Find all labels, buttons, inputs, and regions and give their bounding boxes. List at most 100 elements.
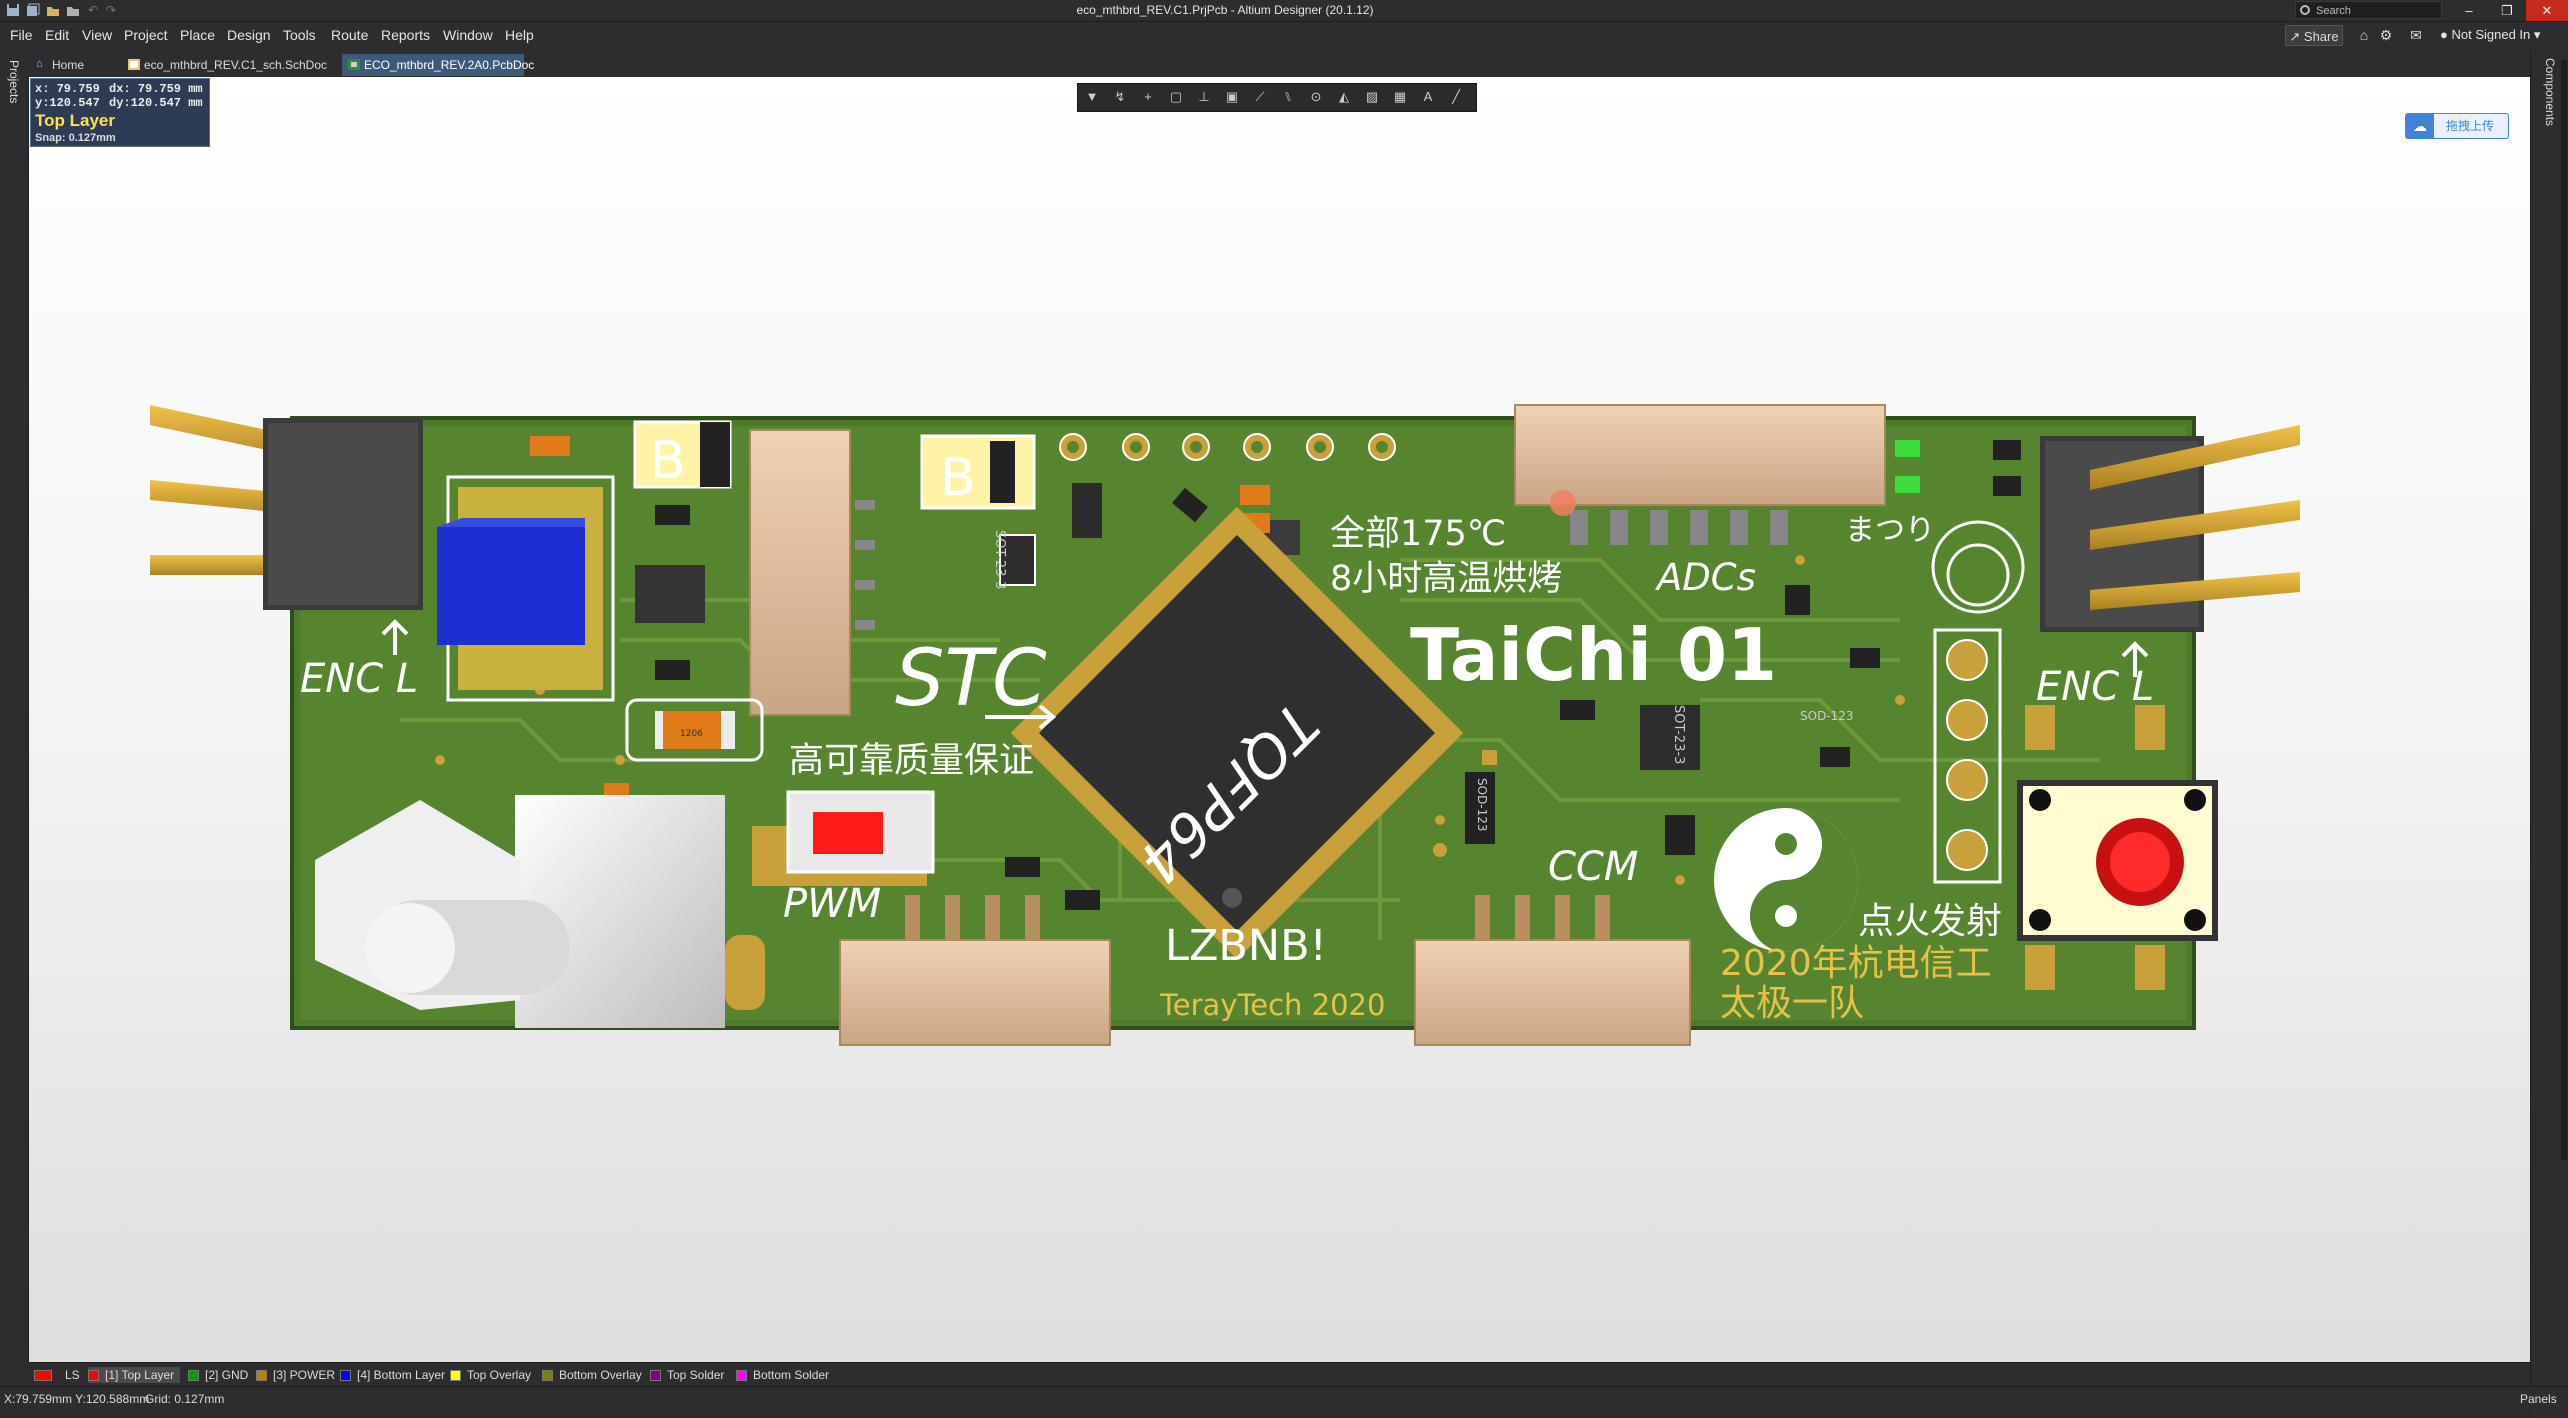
pcb-3d-view[interactable]: ENC L ENC L STC 高可靠质量保证 PWM LZBNB! Teray… [29, 77, 2530, 1362]
tab-home-page[interactable]: ⌂ Home Page [30, 54, 120, 94]
text-icon[interactable]: A [1420, 89, 1436, 105]
layer-label: [3] POWER [273, 1368, 336, 1382]
hud-x: x: 79.759 [35, 82, 100, 96]
share-button[interactable]: ↗ Share [2285, 25, 2343, 46]
component-icon[interactable]: ▣ [1224, 89, 1240, 105]
projects-panel-tab[interactable]: Projects [7, 60, 21, 103]
menu-project[interactable]: Project [124, 27, 168, 43]
matsuri-label: まつり [1845, 513, 1935, 548]
layer-top[interactable]: [1] Top Layer [88, 1367, 181, 1383]
signin-button[interactable]: ● Not Signed In ▾ [2440, 27, 2540, 43]
close-button[interactable]: ✕ [2526, 0, 2568, 21]
layer-bottom-solder[interactable]: Bottom Solder [736, 1367, 829, 1383]
layer-bottom-overlay[interactable]: Bottom Overlay [542, 1367, 642, 1383]
teray-label: TerayTech 2020 [1159, 988, 1385, 1022]
panel-scrollbar[interactable] [2561, 60, 2567, 1160]
dimension-icon[interactable]: ▦ [1392, 89, 1408, 105]
tab-pcb[interactable]: ECO_mthbrd_REV.2A0.PcbDoc [342, 54, 534, 76]
menu-tools[interactable]: Tools [283, 27, 316, 43]
menu-help[interactable]: Help [505, 27, 534, 43]
jst-connector-top [1514, 404, 1886, 506]
tab-schematic[interactable]: eco_mthbrd_REV.C1_sch.SchDoc [122, 54, 340, 76]
layer-swatch [188, 1370, 199, 1381]
notifications-icon[interactable]: ✉ [2408, 27, 2424, 43]
document-tabs: ⌂ Home Page eco_mthbrd_REV.C1_sch.SchDoc… [28, 50, 2530, 94]
ccm-label: CCM [1548, 844, 1638, 890]
upload-button[interactable]: ☁ 拖拽上传 [2405, 113, 2509, 139]
pcb-canvas[interactable]: ENC L ENC L STC 高可靠质量保证 PWM LZBNB! Teray… [29, 77, 2530, 1362]
b-mark-2: B [940, 448, 976, 508]
layer-power[interactable]: [3] POWER [256, 1367, 335, 1383]
upload-label: 拖拽上传 [2446, 119, 2495, 133]
layer-label: Bottom Overlay [559, 1368, 642, 1382]
minimize-button[interactable]: – [2450, 0, 2488, 21]
layer-swatch [34, 1370, 52, 1381]
layer-set-ls[interactable]: LS [34, 1367, 80, 1383]
crosshair-icon[interactable]: + [1140, 89, 1156, 105]
route-icon[interactable]: ↯ [1112, 89, 1128, 105]
menu-view[interactable]: View [82, 27, 112, 43]
team-label-2: 太极一队 [1720, 983, 1864, 1024]
status-grid: Grid: 0.127mm [145, 1392, 225, 1406]
sod-marking-1: SOD-123 [1800, 709, 1854, 723]
region-icon[interactable]: ▨ [1364, 89, 1380, 105]
layer-label: [1] Top Layer [105, 1368, 175, 1382]
menu-reports[interactable]: Reports [381, 27, 430, 43]
layer-label: Bottom Solder [753, 1368, 830, 1382]
components-panel-tab[interactable]: Components [2543, 58, 2557, 126]
layer-gnd[interactable]: [2] GND [188, 1367, 248, 1383]
line-icon[interactable]: ╱ [1448, 89, 1464, 105]
menu-place[interactable]: Place [180, 27, 215, 43]
restore-button[interactable]: ❐ [2488, 0, 2526, 21]
menu-edit[interactable]: Edit [45, 27, 69, 43]
active-bar: ▼ ↯ + ▢ ⊥ ▣ ⟋ ⑊ ⊙ ◭ ▨ ▦ A ╱ [1077, 83, 1477, 112]
pwm-label: PWM [783, 881, 881, 927]
jst-connector-side [749, 429, 851, 716]
layer-top-overlay[interactable]: Top Overlay [450, 1367, 531, 1383]
menu-file[interactable]: File [10, 27, 33, 43]
filter-icon[interactable]: ▼ [1084, 89, 1100, 105]
temp-label-2: 8小时高温烘烤 [1330, 559, 1562, 599]
right-panel: Components [2530, 50, 2568, 1418]
layer-swatch [256, 1370, 267, 1381]
hud-y: y:120.547 [35, 96, 100, 110]
polygon-icon[interactable]: ◭ [1336, 89, 1352, 105]
search-input[interactable]: Search [2295, 1, 2442, 19]
window-title: eco_mthbrd_REV.C1.PrjPcb - Altium Design… [1076, 3, 1374, 17]
b-mark-1: B [650, 431, 686, 491]
align-icon[interactable]: ⊥ [1196, 89, 1212, 105]
layer-swatch [736, 1370, 747, 1381]
interactive-route-icon[interactable]: ⟋ [1252, 89, 1268, 105]
enc-left-label: ENC L [300, 656, 418, 702]
hud-layer: Top Layer [35, 111, 115, 130]
stc-label: STC [895, 634, 1047, 724]
home-icon[interactable]: ⌂ [2356, 27, 2372, 43]
layer-top-solder[interactable]: Top Solder [650, 1367, 724, 1383]
home-icon: ⌂ [36, 58, 43, 70]
diff-pair-icon[interactable]: ⑊ [1280, 89, 1296, 105]
menu-design[interactable]: Design [227, 27, 271, 43]
pin-header-left [150, 405, 423, 610]
pin-header-right [2040, 425, 2300, 632]
schematic-icon [128, 59, 140, 70]
status-bar: X:79.759mm Y:120.588mm Grid: 0.127mm Pan… [0, 1386, 2568, 1411]
select-rect-icon[interactable]: ▢ [1168, 89, 1184, 105]
panels-button[interactable]: Panels [2520, 1387, 2557, 1411]
via-icon[interactable]: ⊙ [1308, 89, 1324, 105]
jst-connector-bottom-left [839, 939, 1111, 1046]
lzbnb-label: LZBNB! [1165, 921, 1327, 971]
layer-swatch [650, 1370, 661, 1381]
layer-swatch [340, 1370, 351, 1381]
team-label-1: 2020年杭电信工 [1720, 943, 1992, 984]
quality-label: 高可靠质量保证 [789, 741, 1034, 781]
coordinate-hud: x: 79.759 dx: 79.759 mm y:120.547 dy:120… [30, 78, 210, 147]
layer-bottom[interactable]: [4] Bottom Layer [340, 1367, 445, 1383]
left-panel: Projects [0, 50, 29, 1385]
pcb-icon [348, 59, 360, 70]
cap-marking: 1206 [680, 729, 703, 739]
menu-window[interactable]: Window [443, 27, 493, 43]
gear-icon[interactable]: ⚙ [2378, 27, 2394, 43]
menu-route[interactable]: Route [331, 27, 368, 43]
jst-connector-bottom-right [1414, 939, 1691, 1046]
layer-label: LS [65, 1368, 80, 1382]
